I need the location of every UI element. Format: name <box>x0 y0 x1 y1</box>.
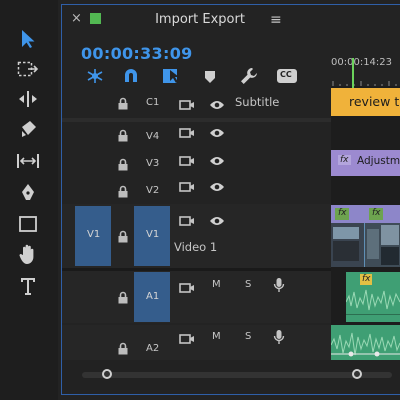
audio-clip-a2[interactable] <box>331 325 400 365</box>
mute-button-a1[interactable]: M <box>212 279 221 290</box>
caption-track-header <box>62 86 331 118</box>
caption-clip-text: review t <box>349 94 400 109</box>
horizontal-zoom-scrollbar[interactable] <box>62 360 400 390</box>
solo-button-a2[interactable]: S <box>245 331 251 342</box>
track-id-a1: A1 <box>146 291 160 302</box>
track-name-video-1: Video 1 <box>174 240 218 254</box>
track-id-v1: V1 <box>146 229 160 240</box>
scrollbar-right-handle[interactable] <box>352 369 362 379</box>
fx-badge: fx <box>338 208 347 218</box>
sequence-tab-title[interactable]: Import Export <box>120 12 280 27</box>
eye-icon[interactable] <box>209 124 225 143</box>
scrollbar-track <box>82 372 392 378</box>
video-clip[interactable]: fx fx <box>331 205 400 267</box>
hand-icon[interactable] <box>12 241 44 267</box>
audio-2-track-header <box>62 325 331 363</box>
fx-badge: fx <box>362 274 371 284</box>
fx-badge: fx <box>372 208 381 218</box>
track-id-v4: V4 <box>146 131 160 142</box>
track-id-c1: C1 <box>146 97 160 108</box>
selection-tool-icon[interactable] <box>12 26 44 52</box>
toggle-sync-lock-icon[interactable] <box>179 124 195 143</box>
toggle-sync-lock-icon[interactable] <box>179 152 195 171</box>
close-tab-icon[interactable]: × <box>71 11 82 26</box>
captions-icon[interactable]: CC <box>277 69 297 83</box>
pen-icon[interactable] <box>12 180 44 206</box>
lock-icon[interactable] <box>117 340 129 359</box>
track-select-forward-icon[interactable] <box>12 56 44 82</box>
playhead-marker[interactable] <box>352 58 354 88</box>
lock-icon[interactable] <box>117 289 129 308</box>
lock-icon[interactable] <box>117 183 129 202</box>
type-icon[interactable] <box>12 273 44 299</box>
toggle-sync-lock-icon[interactable] <box>179 96 195 115</box>
scrollbar-left-handle[interactable] <box>102 369 112 379</box>
sequence-color-swatch <box>90 13 101 24</box>
linked-selection-icon[interactable] <box>122 67 140 87</box>
audio-1-track-header <box>62 271 331 323</box>
audio-clip-a1[interactable]: fx <box>346 272 400 322</box>
playhead-timecode[interactable]: 00:00:33:09 <box>81 44 193 63</box>
slip-icon[interactable] <box>12 148 44 174</box>
toggle-sync-lock-icon[interactable] <box>179 178 195 197</box>
microphone-icon[interactable] <box>273 277 285 297</box>
solo-button-a1[interactable]: S <box>245 279 251 290</box>
eye-icon[interactable] <box>209 212 225 231</box>
lock-icon[interactable] <box>117 95 129 114</box>
lock-icon[interactable] <box>117 156 129 175</box>
toggle-sync-lock-icon[interactable] <box>179 279 195 298</box>
track-name-subtitle: Subtitle <box>235 95 280 109</box>
source-patch-label: V1 <box>87 229 101 240</box>
tools-panel <box>0 0 58 400</box>
captions-icon-label: CC <box>280 70 292 79</box>
adjustment-layer-clip[interactable]: fx Adjustme <box>331 150 400 176</box>
eye-icon[interactable] <box>209 96 225 115</box>
adjustment-clip-text: Adjustme <box>357 155 400 167</box>
lock-icon[interactable] <box>117 228 129 247</box>
ripple-edit-icon[interactable] <box>12 86 44 112</box>
ruler-timecode: 00:00:14:23 <box>331 57 393 68</box>
track-id-v3: V3 <box>146 158 160 169</box>
toggle-sync-lock-icon[interactable] <box>179 330 195 349</box>
panel-menu-icon[interactable]: ≡ <box>270 12 282 28</box>
track-id-v2: V2 <box>146 185 160 196</box>
caption-clip[interactable]: review t <box>331 88 400 116</box>
mute-button-a2[interactable]: M <box>212 331 221 342</box>
track-id-a2: A2 <box>146 343 160 354</box>
toggle-sync-lock-icon[interactable] <box>179 212 195 231</box>
fx-badge: fx <box>338 155 351 165</box>
eye-icon[interactable] <box>209 178 225 197</box>
rectangle-icon[interactable] <box>12 211 44 237</box>
eye-icon[interactable] <box>209 152 225 171</box>
razor-icon[interactable] <box>12 116 44 142</box>
lock-icon[interactable] <box>117 127 129 146</box>
snap-icon[interactable] <box>86 68 104 88</box>
microphone-icon[interactable] <box>273 329 285 349</box>
